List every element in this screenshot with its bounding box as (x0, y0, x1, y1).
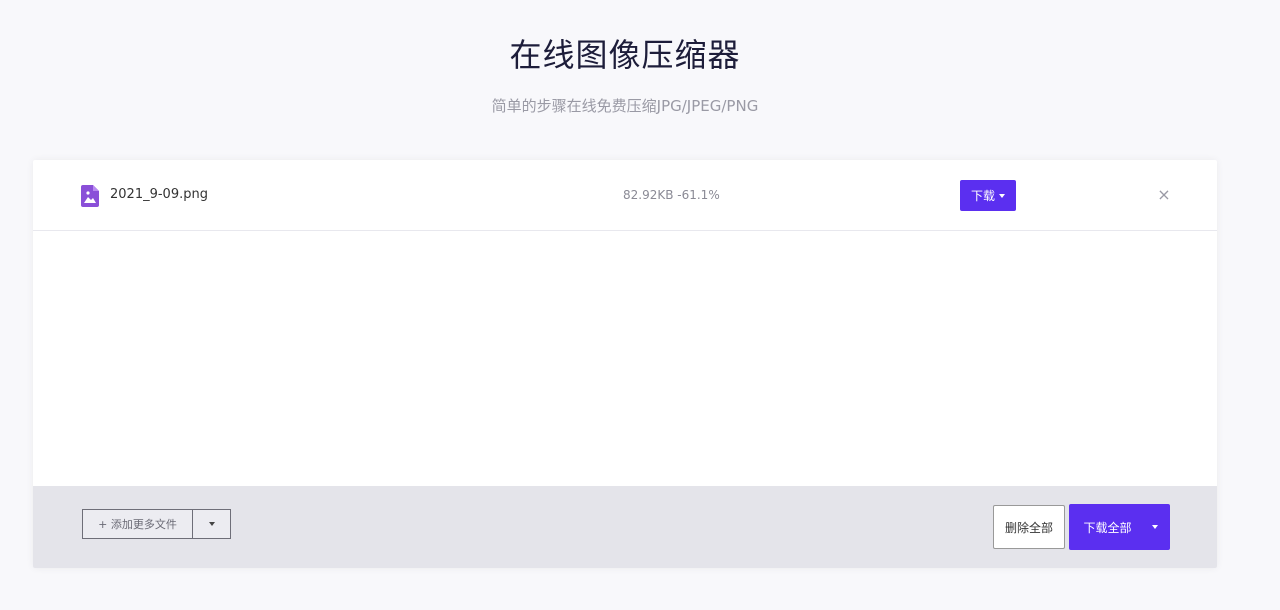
download-all-dropdown[interactable] (1140, 525, 1170, 529)
add-more-files-button[interactable]: + 添加更多文件 (83, 510, 193, 538)
chevron-down-icon (999, 193, 1005, 198)
chevron-down-icon (1152, 525, 1158, 529)
download-all-button[interactable]: 下载全部 (1069, 504, 1170, 550)
add-more-files-group: + 添加更多文件 (82, 509, 231, 539)
add-more-dropdown-button[interactable] (193, 510, 230, 538)
page: 在线图像压缩器 简单的步骤在线免费压缩JPG/JPEG/PNG 2021_9-0… (0, 0, 1280, 610)
download-button-label: 下载 (970, 189, 995, 203)
file-compression-stats: 82.92KB -61.1% (623, 188, 720, 202)
page-title: 在线图像压缩器 (509, 36, 741, 74)
delete-all-label: 删除全部 (1004, 520, 1053, 535)
file-row: 2021_9-09.png 82.92KB -61.1% 下载 × (33, 160, 1217, 231)
chevron-down-icon (208, 522, 215, 526)
image-file-icon (81, 185, 99, 207)
close-icon[interactable]: × (1157, 187, 1171, 203)
delete-all-button[interactable]: 删除全部 (993, 505, 1065, 549)
page-subtitle: 简单的步骤在线免费压缩JPG/JPEG/PNG (491, 97, 759, 115)
download-button[interactable]: 下载 (960, 180, 1016, 211)
download-all-label: 下载全部 (1083, 520, 1132, 535)
compressor-panel: 2021_9-09.png 82.92KB -61.1% 下载 × + 添加更多… (33, 160, 1217, 568)
add-more-files-label: + 添加更多文件 (98, 518, 177, 531)
file-name: 2021_9-09.png (110, 187, 208, 202)
panel-footer: + 添加更多文件 删除全部 下载全部 (33, 486, 1217, 568)
